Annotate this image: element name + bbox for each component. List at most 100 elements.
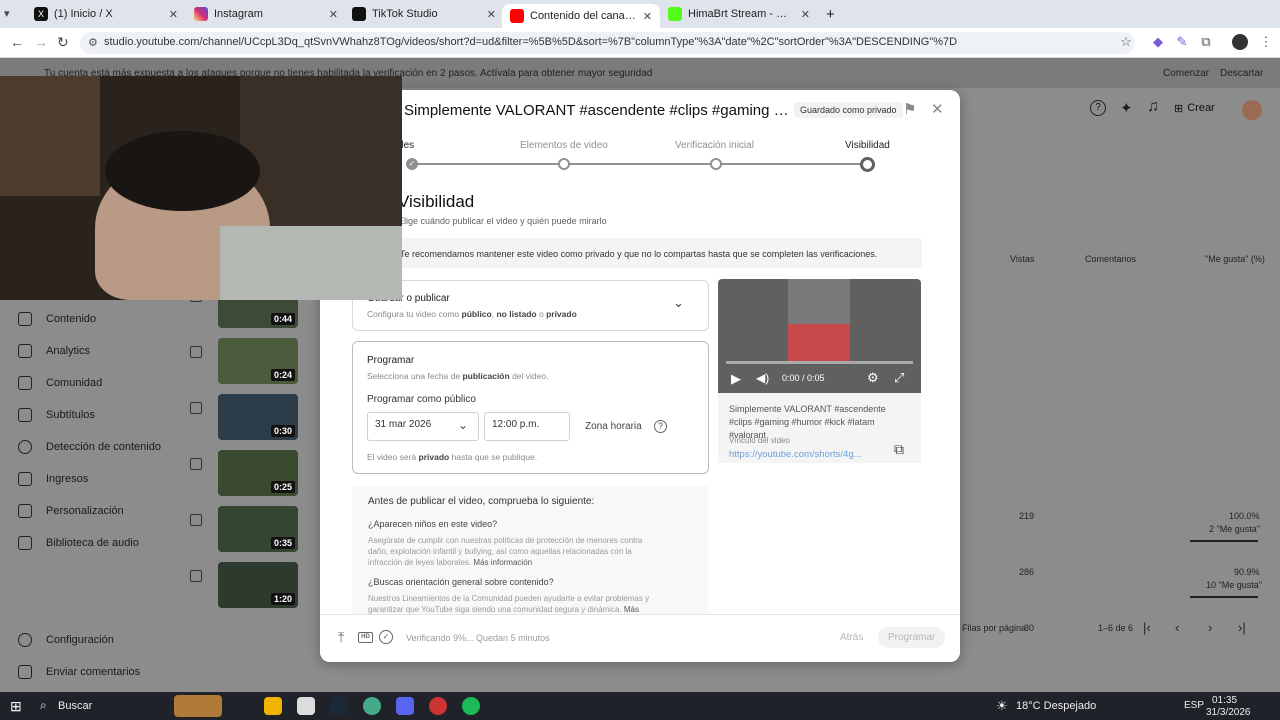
taskbar-search[interactable]: Buscar: [58, 700, 92, 712]
volume-icon[interactable]: ◀): [756, 371, 769, 385]
video-row[interactable]: 0:24: [190, 338, 310, 384]
video-link[interactable]: https://youtube.com/shorts/4g...: [729, 449, 862, 460]
video-thumbnail[interactable]: 0:30: [218, 394, 298, 440]
report-issue-icon[interactable]: ⚑: [903, 100, 916, 118]
close-dialog-icon[interactable]: ✕: [931, 100, 944, 118]
sidebar-item-configuracion[interactable]: Configuración: [18, 630, 218, 650]
column-header-views[interactable]: Vistas: [1010, 254, 1034, 264]
row-checkbox[interactable]: [190, 514, 202, 526]
file-explorer-icon[interactable]: [264, 697, 282, 715]
sidebar-item-biblioteca[interactable]: Biblioteca de audio: [18, 533, 218, 553]
site-info-icon[interactable]: ⚙: [88, 36, 98, 49]
browser-menu-icon[interactable]: ⋮: [1258, 34, 1274, 50]
date-picker[interactable]: 31 mar 2026 ⌄: [367, 412, 479, 441]
sidebar-item-personalizacion[interactable]: Personalización: [18, 501, 218, 521]
sidebar-item-deteccion[interactable]: Detección de contenido: [18, 437, 218, 457]
row-checkbox[interactable]: [190, 346, 202, 358]
back-arrow-icon[interactable]: ←: [10, 34, 24, 50]
sidebar-item-contenido[interactable]: Contenido: [18, 309, 218, 329]
video-row[interactable]: 0:30: [190, 394, 310, 440]
time-input[interactable]: 12:00 p.m.: [484, 412, 570, 441]
back-button[interactable]: Atrás: [830, 627, 874, 648]
sidebar-item-comunidad[interactable]: Comunidad: [18, 373, 218, 393]
notifications-icon[interactable]: ♫: [1147, 98, 1159, 116]
chevron-down-icon[interactable]: ⌄: [673, 295, 684, 311]
close-tab-icon[interactable]: ✕: [169, 8, 178, 21]
video-row[interactable]: 1:20: [190, 562, 310, 608]
tab-kick[interactable]: HimaBrt Stream - Watch Live o ✕: [660, 4, 818, 24]
sidebar-item-ingresos[interactable]: Ingresos: [18, 469, 218, 489]
row-checkbox[interactable]: [190, 458, 202, 470]
profile-avatar[interactable]: [1232, 34, 1248, 50]
sidebar-item-feedback[interactable]: Enviar comentarios: [18, 662, 218, 682]
taskbar-widget-image[interactable]: [174, 695, 222, 717]
first-page-icon[interactable]: |‹: [1143, 620, 1151, 635]
pen-extension-icon[interactable]: ✎: [1174, 34, 1190, 50]
progress-bar[interactable]: [726, 361, 913, 364]
timezone-button[interactable]: Zona horaria: [585, 421, 642, 432]
sidebar-item-analytics[interactable]: Analytics: [18, 341, 218, 361]
tab-instagram[interactable]: Instagram ✕: [186, 4, 346, 24]
tab-list-icon[interactable]: ▾: [4, 7, 10, 20]
video-thumbnail[interactable]: 0:24: [218, 338, 298, 384]
row-checkbox[interactable]: [190, 402, 202, 414]
schedule-button[interactable]: Programar: [878, 627, 946, 648]
last-page-icon[interactable]: ›|: [1238, 620, 1246, 635]
video-thumbnail[interactable]: 0:35: [218, 506, 298, 552]
sidebar-item-subtitulos[interactable]: Subtítulos: [18, 405, 218, 425]
warning-start-button[interactable]: Comenzar: [1163, 68, 1209, 79]
discord-icon[interactable]: [396, 697, 414, 715]
search-icon[interactable]: ⌕: [40, 698, 47, 713]
save-publish-option[interactable]: Guardar o publicar Configura tu video co…: [352, 280, 709, 331]
step-checks[interactable]: Verificación inicial: [675, 140, 754, 151]
video-thumbnail[interactable]: 1:20: [218, 562, 298, 608]
clock-date[interactable]: 31/3/2026: [1206, 707, 1251, 718]
settings-gear-icon[interactable]: ⚙: [867, 370, 879, 386]
rows-per-page-select[interactable]: 30: [1024, 623, 1034, 633]
obs-icon[interactable]: [429, 697, 447, 715]
url-input[interactable]: ⚙ studio.youtube.com/channel/UCcpL3Dq_qt…: [80, 32, 1135, 54]
close-tab-icon[interactable]: ✕: [487, 8, 496, 21]
app-icon[interactable]: [297, 697, 315, 715]
column-header-comments[interactable]: Comentarios: [1085, 254, 1136, 264]
prev-page-icon[interactable]: ‹: [1175, 620, 1179, 635]
schedule-option[interactable]: Programar Selecciona una fecha de public…: [352, 341, 709, 474]
more-info-link[interactable]: Más información: [473, 558, 532, 567]
video-row[interactable]: 0:35: [190, 506, 310, 552]
extensions-puzzle-icon[interactable]: ⧉: [1198, 34, 1214, 50]
play-icon[interactable]: ▶: [731, 371, 741, 387]
next-page-icon[interactable]: ›: [1208, 620, 1212, 635]
extension-icon[interactable]: ◆: [1150, 34, 1166, 50]
reload-icon[interactable]: ↻: [57, 34, 69, 51]
help-icon[interactable]: ?: [654, 420, 667, 433]
spotify-icon[interactable]: [462, 697, 480, 715]
channel-avatar[interactable]: [1242, 100, 1262, 120]
step-video-elements[interactable]: Elementos de video: [520, 140, 608, 151]
copy-icon[interactable]: ⧉: [894, 441, 904, 458]
more-info-link[interactable]: Más: [624, 605, 639, 614]
close-tab-icon[interactable]: ✕: [329, 8, 338, 21]
video-thumbnail[interactable]: 0:25: [218, 450, 298, 496]
sparkle-icon[interactable]: ✦: [1120, 99, 1133, 117]
tab-youtube-active[interactable]: Contenido del canal - YouTube ✕: [502, 4, 660, 28]
tab-tiktok[interactable]: TikTok Studio ✕: [344, 4, 504, 24]
help-icon[interactable]: ?: [1090, 100, 1106, 116]
row-checkbox[interactable]: [190, 570, 202, 582]
weather-text[interactable]: 18°C Despejado: [1016, 700, 1096, 712]
fullscreen-icon[interactable]: ⤢: [894, 370, 904, 386]
bookmark-star-icon[interactable]: ☆: [1118, 34, 1134, 50]
tab-x[interactable]: X (1) Inicio / X ✕: [26, 4, 186, 24]
language-indicator[interactable]: ESP: [1184, 700, 1204, 711]
close-tab-icon[interactable]: ✕: [801, 8, 810, 21]
clock-time[interactable]: 01:35: [1212, 695, 1237, 706]
step-visibility[interactable]: Visibilidad: [845, 140, 890, 151]
steam-icon[interactable]: [330, 697, 348, 715]
start-windows-icon[interactable]: ⊞: [10, 698, 22, 715]
close-tab-icon[interactable]: ✕: [643, 10, 652, 23]
new-tab-button[interactable]: +: [818, 4, 842, 24]
forward-arrow-icon[interactable]: →: [34, 34, 48, 50]
video-preview-player[interactable]: ▶ ◀) 0:00 / 0:05 ⚙ ⤢: [718, 279, 921, 393]
column-header-likes[interactable]: "Me gusta" (%): [1205, 254, 1265, 264]
video-row[interactable]: 0:25: [190, 450, 310, 496]
warning-dismiss-button[interactable]: Descartar: [1220, 68, 1263, 79]
